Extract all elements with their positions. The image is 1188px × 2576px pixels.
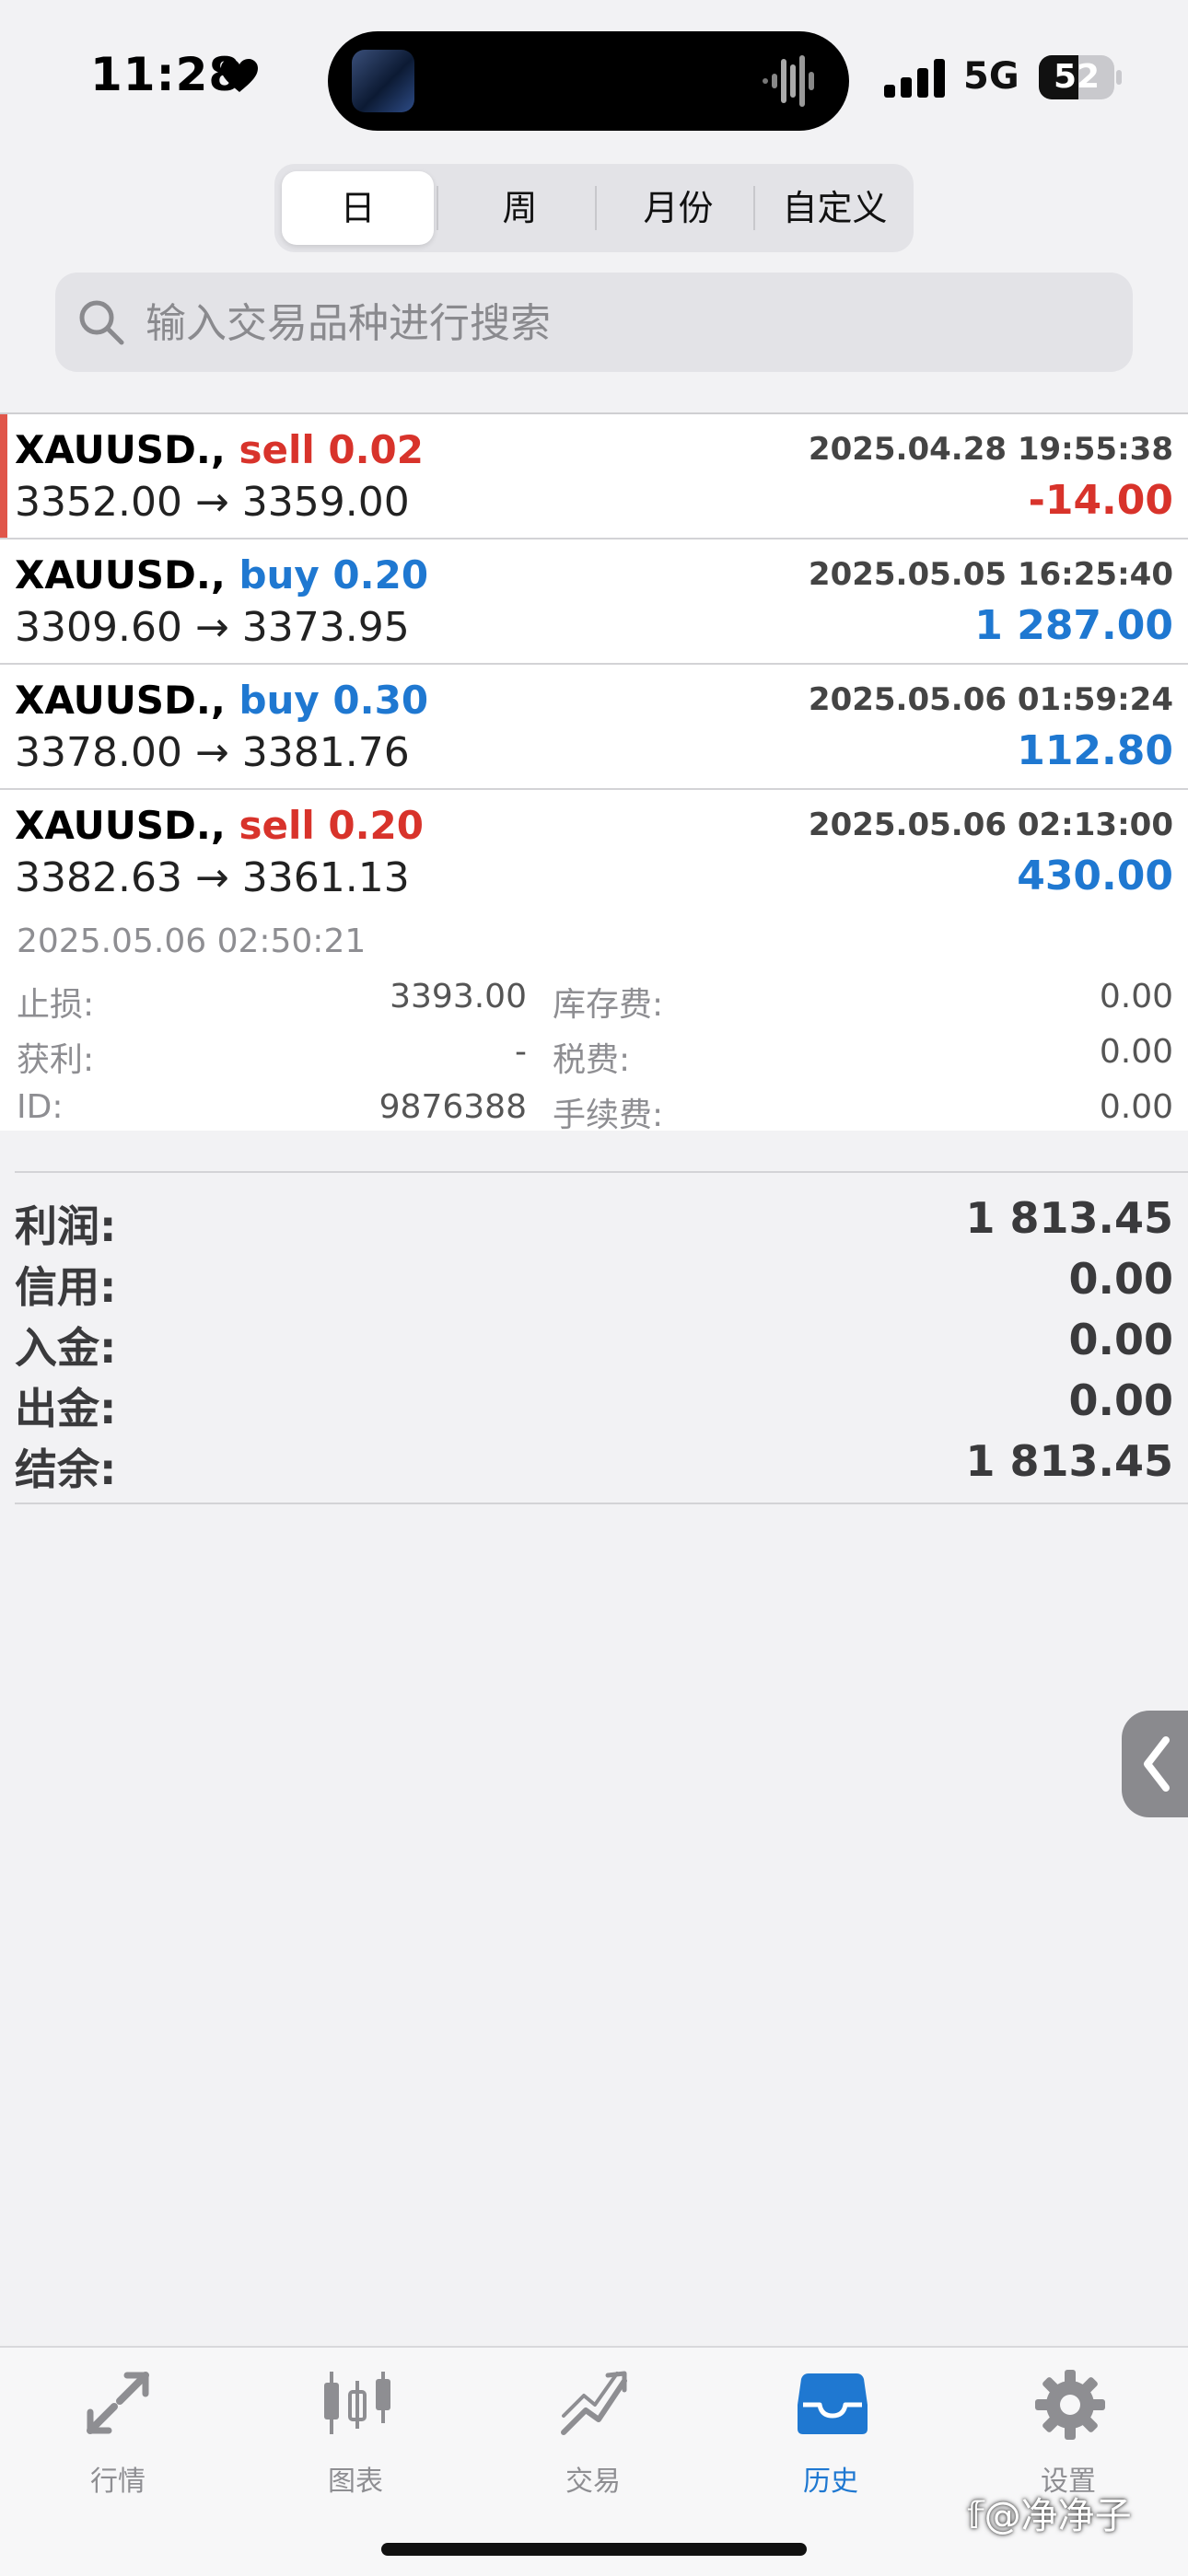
- trade-detail: 2025.05.06 02:50:21 止损: 3393.00 库存费: 0.0…: [0, 913, 1188, 1134]
- withdrawal-value: 0.00: [1068, 1375, 1174, 1425]
- tab-history[interactable]: 历史: [739, 2361, 923, 2499]
- stop-loss-label: 止损:: [17, 986, 95, 1024]
- trade-time: 2025.04.28 19:55:38: [808, 431, 1173, 468]
- take-profit-label: 获利:: [17, 1041, 95, 1079]
- account-summary: 利润: 1 813.45 信用: 0.00 入金: 0.00 出金: 0.00 …: [0, 1173, 1188, 1494]
- trade-symbol: XAUUSD.,: [15, 678, 226, 723]
- balance-label: 结余:: [15, 1445, 117, 1494]
- trade-profit: 1 287.00: [974, 602, 1173, 649]
- tax-value: 0.00: [1099, 1033, 1173, 1071]
- tab-charts-label: 图表: [328, 2466, 383, 2498]
- trade-prices: 3309.60 → 3373.95: [15, 604, 410, 651]
- gear-icon: [1035, 2370, 1105, 2440]
- commission-value: 0.00: [1099, 1088, 1173, 1126]
- quotes-arrows-icon: [87, 2372, 149, 2434]
- balance-value: 1 813.45: [965, 1436, 1173, 1486]
- heart-icon: [221, 59, 258, 92]
- side-panel-handle[interactable]: [1122, 1711, 1188, 1817]
- watermark: 𝕗@净净子: [967, 2495, 1132, 2537]
- tab-quotes-label: 行情: [90, 2466, 146, 2498]
- search-bar: [55, 273, 1133, 372]
- candlestick-chart-icon: [324, 2372, 390, 2434]
- deposit-label: 入金:: [15, 1323, 117, 1373]
- take-profit-value: -: [515, 1033, 527, 1071]
- deposit-value: 0.00: [1068, 1315, 1174, 1364]
- trade-side: buy 0.30: [239, 678, 429, 723]
- selected-marker: [0, 414, 7, 538]
- profit-label: 利润:: [15, 1201, 117, 1251]
- trade-row[interactable]: XAUUSD., buy 0.20 2025.05.05 16:25:40 33…: [0, 540, 1188, 665]
- tab-charts[interactable]: 图表: [263, 2361, 448, 2499]
- period-segmented-control: 日 周 月份 自定义: [274, 164, 914, 252]
- close-time: 2025.05.06 02:50:21: [17, 922, 367, 960]
- battery-icon: 52: [1039, 55, 1124, 99]
- period-tab-week[interactable]: 周: [444, 171, 596, 245]
- chevron-left-icon: [1144, 1736, 1170, 1792]
- trade-prices: 3352.00 → 3359.00: [15, 479, 410, 526]
- trade-time: 2025.05.05 16:25:40: [808, 556, 1173, 593]
- stop-loss-value: 3393.00: [390, 978, 527, 1015]
- swap-value: 0.00: [1099, 978, 1173, 1015]
- trade-profit: -14.00: [1028, 477, 1173, 524]
- bottom-tab-bar: 行情 图表 交易 历史 设置: [0, 2346, 1188, 2576]
- now-playing-artwork: [352, 50, 414, 112]
- tab-trade[interactable]: 交易: [501, 2361, 685, 2499]
- trade-symbol: XAUUSD.,: [15, 552, 226, 598]
- tab-settings[interactable]: 设置: [976, 2361, 1160, 2499]
- profit-value: 1 813.45: [965, 1193, 1173, 1243]
- trade-side: sell 0.02: [239, 427, 424, 472]
- history-inbox-icon: [798, 2373, 868, 2434]
- tab-history-label: 历史: [803, 2466, 858, 2498]
- trade-prices: 3378.00 → 3381.76: [15, 729, 410, 776]
- search-input[interactable]: [144, 285, 1114, 361]
- dynamic-island[interactable]: [328, 31, 849, 131]
- credit-value: 0.00: [1068, 1254, 1174, 1304]
- period-tab-month[interactable]: 月份: [602, 171, 754, 245]
- trade-profit: 430.00: [1017, 853, 1173, 899]
- home-indicator[interactable]: [381, 2543, 807, 2556]
- network-type: 5G: [963, 55, 1019, 98]
- tab-quotes[interactable]: 行情: [26, 2361, 210, 2499]
- trade-profit: 112.80: [1017, 727, 1173, 774]
- tax-label: 税费:: [553, 1041, 631, 1079]
- trade-prices: 3382.63 → 3361.13: [15, 854, 410, 901]
- cellular-signal-icon: [884, 59, 945, 98]
- tab-trade-label: 交易: [565, 2466, 621, 2498]
- id-label: ID:: [17, 1088, 64, 1126]
- audio-waveform-icon: [763, 55, 814, 107]
- divider: [15, 1503, 1188, 1504]
- credit-label: 信用:: [15, 1262, 117, 1312]
- period-tab-day[interactable]: 日: [282, 171, 434, 245]
- id-value: 9876388: [379, 1088, 527, 1126]
- search-icon: [79, 300, 124, 345]
- trade-side: buy 0.20: [239, 552, 429, 598]
- trade-row[interactable]: XAUUSD., sell 0.20 2025.05.06 02:13:00 3…: [0, 790, 1188, 913]
- battery-percent: 52: [1053, 58, 1101, 96]
- trade-time: 2025.05.06 02:13:00: [808, 806, 1173, 843]
- commission-label: 手续费:: [553, 1097, 664, 1134]
- trade-trend-icon: [561, 2371, 627, 2435]
- trade-row[interactable]: XAUUSD., buy 0.30 2025.05.06 01:59:24 33…: [0, 665, 1188, 790]
- trade-time: 2025.05.06 01:59:24: [808, 681, 1173, 718]
- trade-symbol: XAUUSD.,: [15, 427, 226, 472]
- trade-row[interactable]: XAUUSD., sell 0.02 2025.04.28 19:55:38 3…: [0, 414, 1188, 540]
- swap-label: 库存费:: [553, 986, 664, 1024]
- withdrawal-label: 出金:: [15, 1384, 117, 1433]
- trade-side: sell 0.20: [239, 803, 424, 848]
- trade-symbol: XAUUSD.,: [15, 803, 226, 848]
- period-tab-custom[interactable]: 自定义: [759, 171, 911, 245]
